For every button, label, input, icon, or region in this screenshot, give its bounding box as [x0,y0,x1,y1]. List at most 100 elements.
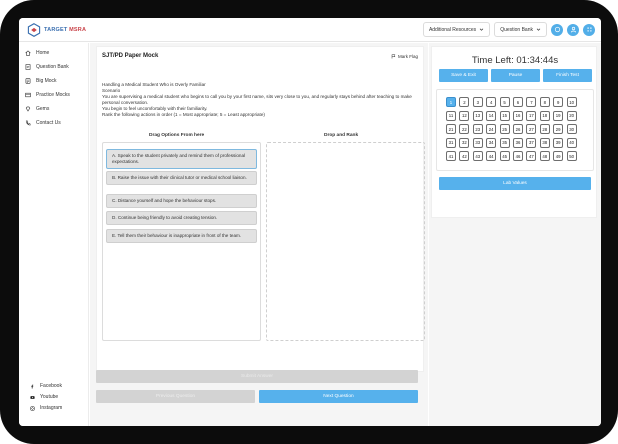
question-number-3[interactable]: 3 [472,97,483,107]
instagram-icon [30,405,35,411]
question-number-37[interactable]: 37 [526,137,537,148]
grid-icon [586,27,592,32]
pause-button[interactable]: Pause [491,69,540,82]
question-navigator: 1 2 3 4 5 6 7 8 9 10 11 12 13 14 15 16 17 18 19 20 21 22 23 24 2… [436,89,594,171]
question-number-39[interactable]: 39 [553,137,564,148]
logo-icon [27,23,41,37]
question-bank-icon [25,64,31,70]
question-number-19[interactable]: 19 [553,110,564,121]
question-number-18[interactable]: 18 [539,110,550,121]
question-number-49[interactable]: 49 [553,151,564,162]
mark-flag-button[interactable]: Mark Flag [391,54,418,59]
question-number-38[interactable]: 38 [539,137,550,148]
gems-icon [25,106,31,112]
question-number-28[interactable]: 28 [539,124,550,135]
question-number-42[interactable]: 42 [459,151,470,162]
lab-values-button[interactable]: Lab Values [439,177,591,190]
question-number-35[interactable]: 35 [499,137,510,148]
additional-resources-dropdown[interactable]: Additional Resources [422,22,491,37]
question-number-20[interactable]: 20 [566,110,577,121]
sidebar-item-contact-us[interactable]: Contact Us [25,120,61,126]
question-bank-dropdown[interactable]: Question Bank [494,22,547,37]
question-number-17[interactable]: 17 [526,110,537,121]
question-number-50[interactable]: 50 [566,151,577,162]
drag-options-header: Drag Options From here [149,133,205,138]
sidebar-item-question-bank[interactable]: Question Bank [25,64,69,70]
question-number-10[interactable]: 10 [566,97,577,107]
question-number-2[interactable]: 2 [459,97,470,107]
question-number-32[interactable]: 32 [459,137,470,148]
paper-title: SJT/PD Paper Mock [102,53,159,59]
chevron-down-icon [479,28,484,31]
question-number-5[interactable]: 5 [499,97,510,107]
test-sidebar: Time Left: 01:34:44s Save & Exit Pause F… [429,43,601,426]
social-facebook[interactable]: Facebook [30,383,62,389]
scenario-body: You are supervising a medical student wh… [102,94,412,106]
apps-button[interactable] [583,23,595,36]
previous-question-button[interactable]: Previous Question [96,390,255,403]
question-number-33[interactable]: 33 [472,137,483,148]
profile-button[interactable] [567,23,579,36]
question-number-41[interactable]: 41 [446,151,456,162]
question-number-44[interactable]: 44 [486,151,497,162]
question-number-23[interactable]: 23 [472,124,483,135]
question-number-24[interactable]: 24 [486,124,497,135]
finish-test-button[interactable]: Finish Test [543,69,592,82]
question-number-9[interactable]: 9 [553,97,564,107]
question-number-13[interactable]: 13 [472,110,483,121]
question-number-22[interactable]: 22 [459,124,470,135]
test-control-panel: Time Left: 01:34:44s Save & Exit Pause F… [431,46,597,218]
question-number-8[interactable]: 8 [539,97,550,107]
option-b[interactable]: B. Raise the issue with their clinical t… [106,171,257,185]
question-number-36[interactable]: 36 [513,137,523,148]
question-number-11[interactable]: 11 [446,110,456,121]
option-d[interactable]: D. Continue being friendly to avoid crea… [106,211,257,225]
question-number-25[interactable]: 25 [499,124,510,135]
logo[interactable]: TARGET MSRA [27,23,86,37]
sidebar-item-big-mock[interactable]: Big Mock [25,78,57,84]
mark-flag-label: Mark Flag [397,54,418,59]
chat-icon [554,26,560,33]
sidebar-item-label: Practice Mocks [36,92,70,98]
question-number-31[interactable]: 31 [446,137,456,148]
question-number-29[interactable]: 29 [553,124,564,135]
sidebar-item-home[interactable]: Home [25,50,49,56]
question-number-34[interactable]: 34 [486,137,497,148]
question-number-21[interactable]: 21 [446,124,456,135]
contact-icon [25,120,31,126]
question-number-16[interactable]: 16 [513,110,523,121]
question-number-26[interactable]: 26 [513,124,523,135]
option-a[interactable]: A. Speak to the student privately and re… [106,149,257,169]
question-number-48[interactable]: 48 [539,151,550,162]
question-number-45[interactable]: 45 [499,151,510,162]
question-panel: SJT/PD Paper Mock Mark Flag Handling a M… [96,46,425,372]
question-number-4[interactable]: 4 [486,97,497,107]
question-number-27[interactable]: 27 [526,124,537,135]
option-c[interactable]: C. Distance yourself and hope the behavi… [106,194,257,208]
question-number-43[interactable]: 43 [472,151,483,162]
drop-rank-area[interactable] [266,142,425,341]
question-number-40[interactable]: 40 [566,137,577,148]
save-exit-button[interactable]: Save & Exit [439,69,488,82]
question-number-14[interactable]: 14 [486,110,497,121]
sidebar-item-label: Contact Us [36,120,61,126]
question-number-30[interactable]: 30 [566,124,577,135]
next-question-button[interactable]: Next Question [259,390,418,403]
question-number-1[interactable]: 1 [446,97,456,107]
question-number-46[interactable]: 46 [513,151,523,162]
social-youtube[interactable]: Youtube [30,394,58,400]
chat-button[interactable] [551,23,563,36]
social-label: Facebook [40,383,62,389]
social-instagram[interactable]: Instagram [30,405,62,411]
sidebar-item-gems[interactable]: Gems [25,106,49,112]
question-number-15[interactable]: 15 [499,110,510,121]
social-label: Instagram [40,405,63,411]
question-number-47[interactable]: 47 [526,151,537,162]
question-number-12[interactable]: 12 [459,110,470,121]
sidebar-item-practice-mocks[interactable]: Practice Mocks [25,92,70,98]
question-number-7[interactable]: 7 [526,97,537,107]
submit-answer-button[interactable]: Submit Answer [96,370,418,383]
question-number-6[interactable]: 6 [513,97,523,107]
youtube-icon [30,395,35,399]
option-e[interactable]: E. Tell them their behaviour is inapprop… [106,229,257,243]
